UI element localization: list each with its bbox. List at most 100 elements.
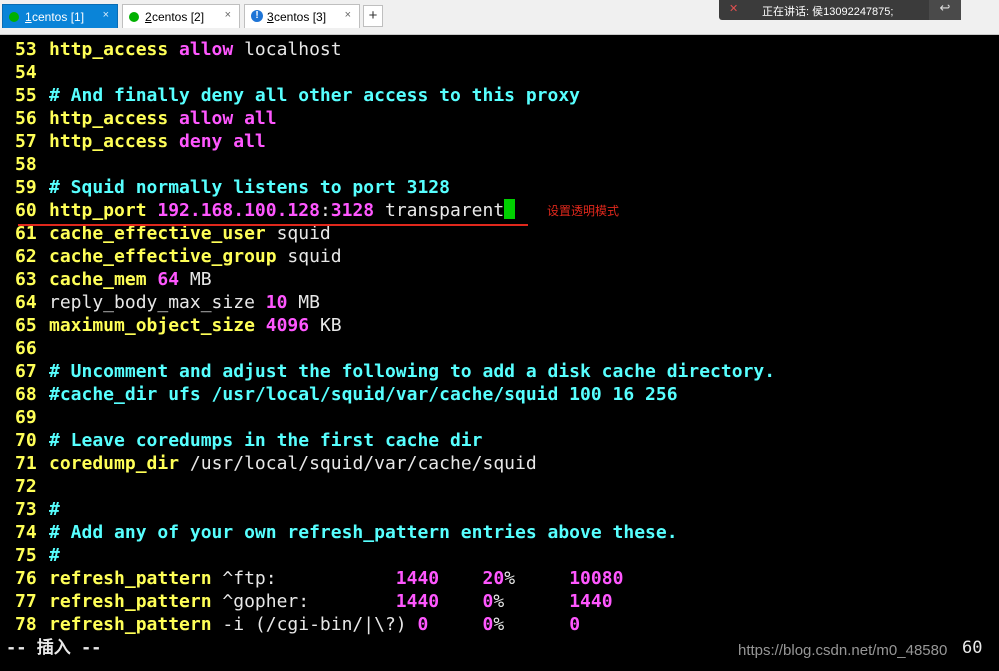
plain-text: MB [179,269,212,290]
line-number: 68 [15,384,37,405]
code-line: 57 http_access deny all [0,130,266,153]
warning-status-icon: ! [251,10,263,22]
tab-label: centos [2] [152,10,205,24]
close-tab-icon[interactable]: × [225,9,231,21]
tab-session-1[interactable]: 1 centos [1] × [2,4,118,28]
directive-value: 1440 [569,591,613,612]
code-line: 55 # And finally deny all other access to… [0,84,580,107]
directive-value: allow [179,39,234,60]
text-cursor [504,199,516,219]
add-tab-button[interactable]: + [363,5,383,27]
line-number: 66 [15,338,37,359]
vim-mode-indicator: -- 插入 -- [6,638,102,658]
plain-text: % [493,591,570,612]
plain-text: ^gopher: [222,591,396,612]
code-line: 65 maximum_object_size 4096 KB [0,314,342,337]
plain-text: : [319,200,331,221]
line-number: 65 [15,315,37,336]
code-line: 60 http_port 192.168.100.128:3128 transpa… [0,199,516,222]
directive-keyword: http_access [49,131,180,152]
comment-text: # [49,545,60,566]
line-number: 78 [15,614,37,635]
speaking-indicator: ✕ 正在讲话: 侯13092247875; [719,0,961,20]
plain-text: transparent [374,200,505,221]
comment-text: #cache_dir ufs /usr/local/squid/var/cach… [49,384,678,405]
connected-status-icon [9,12,19,22]
line-number: 75 [15,545,37,566]
line-number: 53 [15,39,37,60]
code-line: 53 http_access allow localhost [0,38,342,61]
tab-label: centos [1] [32,10,85,24]
code-line: 58 [0,153,49,176]
directive-keyword: refresh_pattern [49,614,223,635]
tab-number: 1 [25,10,32,24]
plain-text: -i (/cgi-bin/|\?) [222,614,418,635]
line-number: 63 [15,269,37,290]
tab-number: 3 [267,10,274,24]
directive-value: 10 [265,292,288,313]
annotation-underline [18,224,528,226]
code-line: 66 [0,337,49,360]
comment-text: # And finally deny all other access to t… [49,85,581,106]
comment-text: # Squid normally listens to port 3128 [49,177,450,198]
line-number: 62 [15,246,37,267]
code-line: 62 cache_effective_group squid [0,245,342,268]
directive-value: allow all [179,108,277,129]
annotation-note: 设置透明模式 [547,204,620,218]
line-number: 76 [15,568,37,589]
line-number: 77 [15,591,37,612]
directive-keyword: http_access [49,108,180,129]
plain-text: % [493,614,570,635]
code-line: 68 #cache_dir ufs /usr/local/squid/var/ca… [0,383,678,406]
tab-session-2[interactable]: 2 centos [2] × [122,4,240,28]
code-line: 74 # Add any of your own refresh_pattern … [0,521,678,544]
speaking-text: 正在讲话: 侯13092247875; [762,6,894,18]
close-tab-icon[interactable]: × [345,9,351,21]
plain-text: /usr/local/squid/var/cache/squid [189,453,537,474]
line-number: 54 [15,62,37,83]
tab-session-3[interactable]: ! 3 centos [3] × [244,4,360,28]
close-tab-icon[interactable]: × [103,9,109,21]
directive-value: 0 [482,591,494,612]
directive-keyword: coredump_dir [49,453,190,474]
code-line: 67 # Uncomment and adjust the following t… [0,360,775,383]
line-number: 71 [15,453,37,474]
line-number: 64 [15,292,37,313]
plain-text: MB [287,292,320,313]
line-number: 72 [15,476,37,497]
code-line: 75 # [0,544,60,567]
plain-text [439,591,482,612]
line-number: 69 [15,407,37,428]
directive-value: 1440 [395,568,440,589]
line-number: 74 [15,522,37,543]
reply-button[interactable]: ↩ [929,0,961,20]
code-line: 64 reply_body_max_size 10 MB [0,291,320,314]
line-number: 67 [15,361,37,382]
line-number: 55 [15,85,37,106]
directive-keyword: http_access [49,39,180,60]
comment-text: # Add any of your own refresh_pattern en… [49,522,678,543]
code-line: 56 http_access allow all [0,107,277,130]
connected-status-icon [129,12,139,22]
directive-value: 4096 [265,315,310,336]
line-number: 60 [15,200,37,221]
directive-value: deny all [179,131,266,152]
directive-value: 10080 [569,568,624,589]
comment-text: # Leave coredumps in the first cache dir [49,430,483,451]
code-line: 73 # [0,498,60,521]
code-line: 72 [0,475,49,498]
code-line: 54 [0,61,49,84]
line-number: 73 [15,499,37,520]
code-line: 59 # Squid normally listens to port 3128 [0,176,450,199]
directive-value: 64 [157,269,180,290]
code-line: 70 # Leave coredumps in the first cache d… [0,429,482,452]
plain-text: KB [309,315,342,336]
plain-text [428,614,482,635]
directive-keyword: cache_effective_group [49,246,288,267]
directive-value: 20 [482,568,505,589]
watermark: https://blog.csdn.net/m0_48580 [738,642,948,659]
directive-keyword: maximum_object_size [49,315,266,336]
comment-text: # Uncomment and adjust the following to … [49,361,776,382]
plain-text: squid [287,246,342,267]
code-line: 63 cache_mem 64 MB [0,268,212,291]
